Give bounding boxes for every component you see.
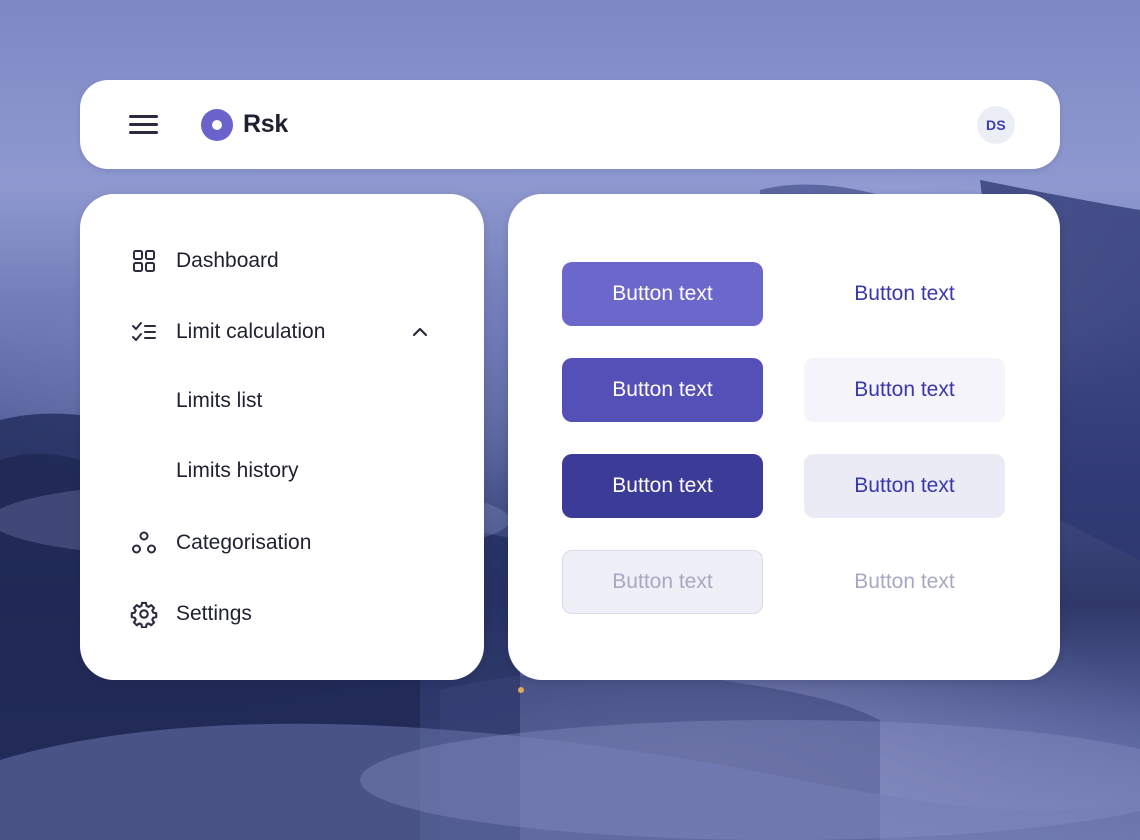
secondary-button-hover[interactable]: Button text bbox=[804, 358, 1005, 422]
grid-icon bbox=[130, 247, 158, 275]
sidebar-item-settings[interactable]: Settings bbox=[130, 599, 252, 629]
three-circles-icon bbox=[130, 529, 158, 557]
primary-button-disabled: Button text bbox=[562, 550, 763, 614]
sidebar-subitem-limits-list[interactable]: Limits list bbox=[176, 389, 262, 419]
sidebar-subitem-limits-history[interactable]: Limits history bbox=[176, 459, 299, 489]
sidebar-item-label: Dashboard bbox=[176, 249, 279, 272]
chevron-up-icon[interactable] bbox=[408, 320, 432, 344]
avatar[interactable]: DS bbox=[977, 106, 1015, 144]
app-name: Rsk bbox=[243, 110, 288, 138]
text-button[interactable]: Button text bbox=[804, 262, 1005, 326]
hamburger-menu-icon[interactable] bbox=[126, 112, 162, 138]
sidebar-item-label: Categorisation bbox=[176, 531, 312, 554]
checklist-icon bbox=[130, 318, 158, 346]
sidebar-item-dashboard[interactable]: Dashboard bbox=[130, 246, 279, 276]
ring-logo-icon bbox=[201, 109, 233, 141]
primary-button-pressed[interactable]: Button text bbox=[562, 454, 763, 518]
sidebar-item-categorisation[interactable]: Categorisation bbox=[130, 528, 311, 558]
gear-icon bbox=[130, 600, 158, 628]
primary-button[interactable]: Button text bbox=[562, 262, 763, 326]
primary-button-hover[interactable]: Button text bbox=[562, 358, 763, 422]
sidebar-item-label: Limit calculation bbox=[176, 320, 326, 343]
text-button-disabled: Button text bbox=[804, 550, 1005, 614]
sidebar-item-limit-calculation[interactable]: Limit calculation bbox=[130, 317, 325, 347]
sidebar-item-label: Settings bbox=[176, 602, 252, 625]
secondary-button-pressed[interactable]: Button text bbox=[804, 454, 1005, 518]
